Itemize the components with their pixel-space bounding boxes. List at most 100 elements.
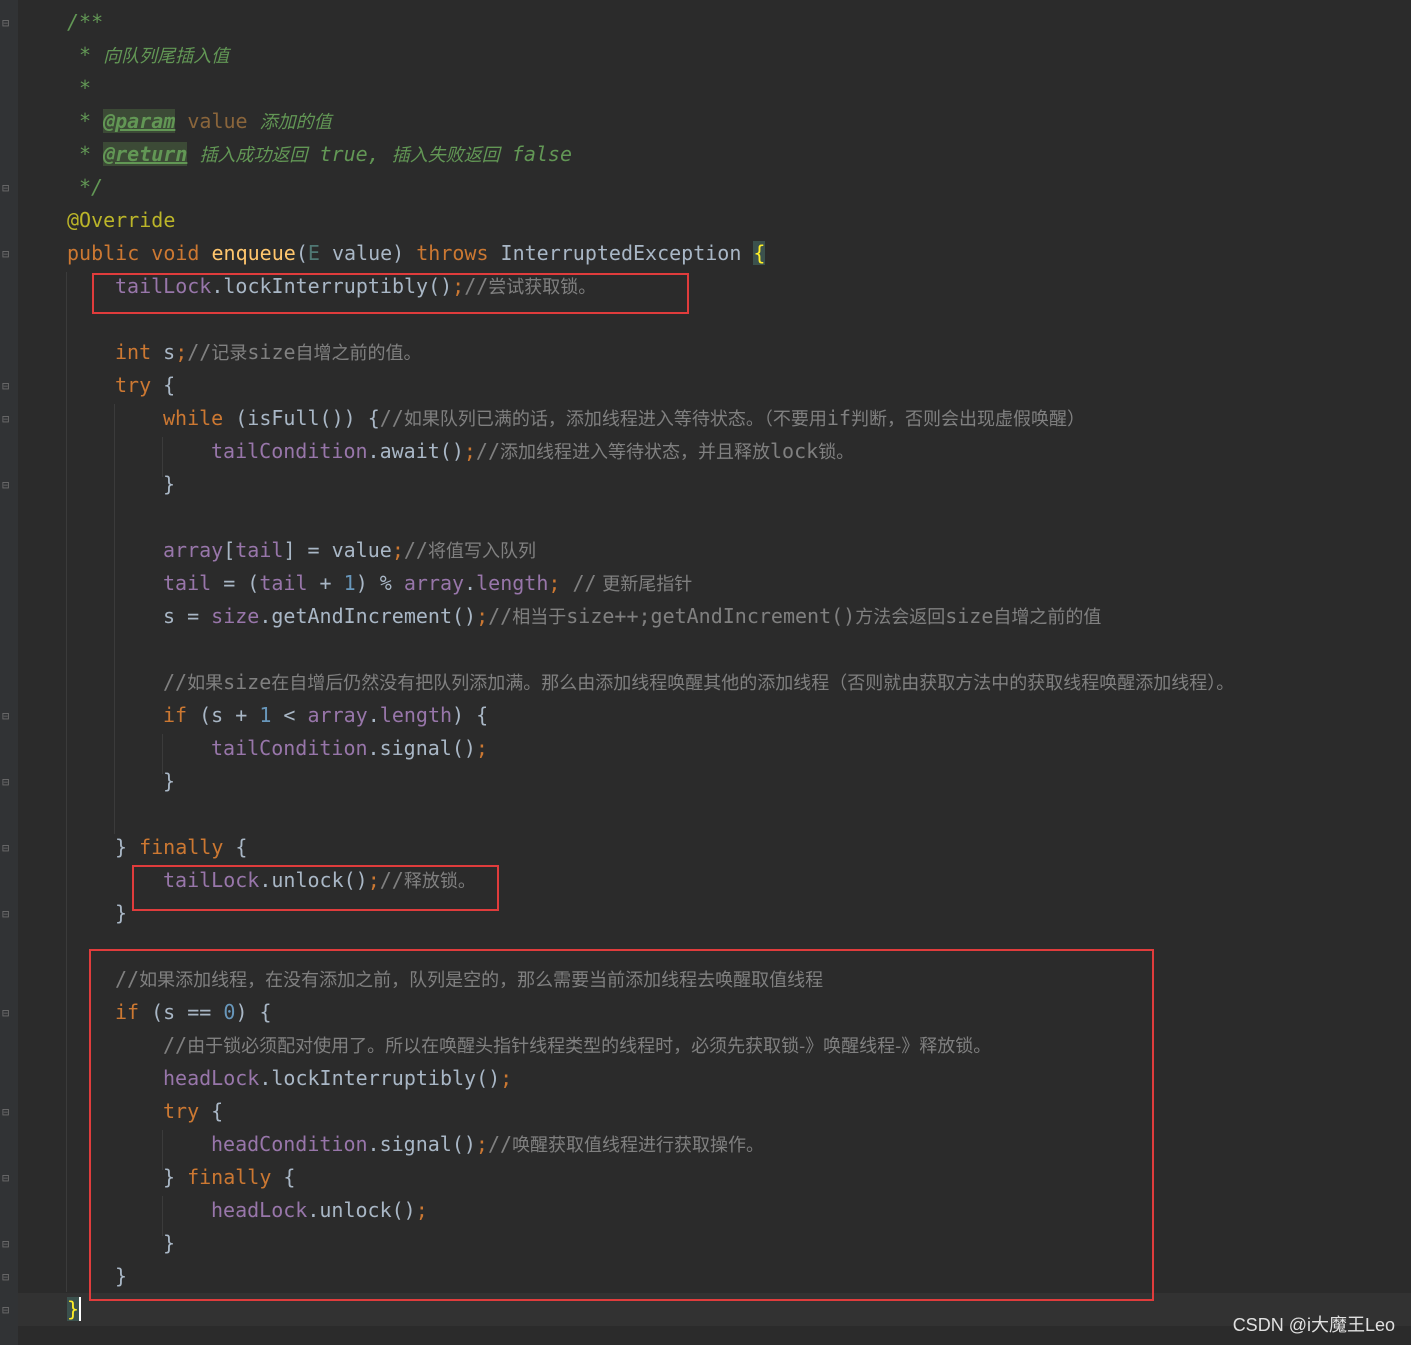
field-ref: tailCondition [211, 439, 368, 463]
code-line: * @param value 添加的值 [79, 105, 332, 138]
doc-comment: 添加的值 [259, 112, 332, 133]
type-param: E [307, 241, 320, 265]
code-token: .signal() [367, 736, 476, 760]
comment: 将值写入队列 [427, 541, 536, 562]
fold-marker-icon[interactable]: ⊟ [2, 379, 12, 393]
code-token: ) % [355, 571, 404, 595]
doc-tag: @return [103, 142, 188, 166]
field-ref: tail [163, 571, 212, 595]
code-token: ; [475, 736, 488, 760]
code-line: if (s + 1 < array.length) { [163, 699, 488, 732]
fold-marker-icon[interactable]: ⊟ [2, 1237, 12, 1251]
comment: // [403, 538, 428, 562]
comment: 方法会返回 [855, 607, 946, 628]
comment: 添加线程进入等待状态，并且释放 [500, 442, 771, 463]
comment: // [560, 571, 597, 595]
fold-marker-icon[interactable]: ⊟ [2, 907, 12, 921]
fold-marker-icon[interactable]: ⊟ [2, 16, 12, 30]
code-line: */ [79, 171, 103, 204]
comment: 自增之前的值。 [295, 343, 422, 364]
comment: size [945, 604, 994, 628]
comment: 记录 [211, 343, 248, 364]
code-token: .getAndIncrement() [259, 604, 477, 628]
keyword: finally [139, 835, 224, 859]
fold-marker-icon[interactable]: ⊟ [2, 1303, 12, 1317]
code-line: int s;//记录size自增之前的值。 [115, 336, 422, 369]
fold-marker-icon[interactable]: ⊟ [2, 478, 12, 492]
fold-marker-icon[interactable]: ⊟ [2, 247, 12, 261]
field-ref: tail [235, 538, 284, 562]
comment: // [379, 406, 404, 430]
number-literal: 1 [343, 571, 356, 595]
code-token: } [115, 835, 140, 859]
keyword: int [115, 340, 152, 364]
fold-marker-icon[interactable]: ⊟ [2, 1171, 12, 1185]
doc-tag: @param [103, 109, 176, 133]
doc-comment: 向队列尾插入值 [103, 46, 230, 67]
keyword: try [115, 373, 152, 397]
indent-guide [66, 272, 67, 1292]
doc-comment: */ [79, 175, 104, 199]
code-line: while (isFull()) {//如果队列已满的话，添加线程进入等待状态。… [163, 402, 1085, 435]
doc-comment: false [511, 142, 573, 166]
comment: 更新尾指针 [596, 574, 693, 595]
code-line: * [79, 72, 91, 105]
fold-marker-icon[interactable]: ⊟ [2, 775, 12, 789]
matched-brace: { [753, 241, 766, 265]
comment: // [163, 670, 188, 694]
fold-marker-icon[interactable]: ⊟ [2, 1270, 12, 1284]
code-line: /** [67, 6, 103, 39]
code-token: s [151, 340, 176, 364]
code-token: ; [463, 439, 476, 463]
doc-comment: true, [319, 142, 380, 166]
code-token: s = [163, 604, 212, 628]
matched-brace-caret[interactable]: } [67, 1297, 82, 1321]
fold-marker-icon[interactable]: ⊟ [2, 412, 12, 426]
fold-marker-icon[interactable]: ⊟ [2, 1006, 12, 1020]
code-token: ; [476, 604, 489, 628]
code-token: value) [319, 241, 405, 265]
code-token: + [307, 571, 344, 595]
doc-comment: 插入成功返回 [199, 145, 308, 166]
doc-comment: 插入失败返回 [391, 145, 500, 166]
code-token: = ( [211, 571, 260, 595]
code-token: ; [548, 571, 561, 595]
fold-marker-icon[interactable]: ⊟ [2, 181, 12, 195]
comment: lock [770, 439, 819, 463]
fold-marker-icon[interactable]: ⊟ [2, 709, 12, 723]
fold-marker-icon[interactable]: ⊟ [2, 1105, 12, 1119]
highlight-box-signal-block [89, 949, 1154, 1301]
code-token: ) { [452, 703, 489, 727]
doc-comment: * [79, 43, 92, 67]
doc-comment: * [79, 76, 92, 100]
code-line: } [163, 765, 175, 798]
code-token: ( [295, 241, 308, 265]
code-line: } finally { [115, 831, 247, 864]
watermark: CSDN @i大魔王Leo [1232, 1315, 1395, 1335]
editor-gutter: ⊟ ⊟ ⊟ ⊟ ⊟ ⊟ ⊟ ⊟ ⊟ ⊟ ⊟ ⊟ ⊟ ⊟ ⊟ ⊟ [0, 0, 18, 1345]
comment: 自增之前的值 [993, 607, 1102, 628]
code-token: } [115, 901, 128, 925]
comment: 锁。 [818, 442, 855, 463]
code-editor[interactable]: /** * 向队列尾插入值 * * @param value 添加的值 * @r… [18, 0, 1411, 1345]
code-line: tailCondition.signal(); [211, 732, 488, 765]
indent-guide [114, 404, 115, 834]
keyword: public [67, 241, 140, 265]
highlight-box-unlock [132, 865, 499, 911]
doc-comment: /** [67, 10, 104, 34]
comment: 如果 [187, 673, 224, 694]
field-ref: array [307, 703, 368, 727]
code-token: { [151, 373, 176, 397]
fold-marker-icon[interactable]: ⊟ [2, 841, 12, 855]
field-ref: size [211, 604, 260, 628]
keyword: throws [416, 241, 489, 265]
comment: // [187, 340, 212, 364]
comment: size [223, 670, 272, 694]
comment: 如果队列已满的话，添加线程进入等待状态。（不要用 [403, 409, 827, 430]
field-ref: tailCondition [211, 736, 368, 760]
code-token: [ [223, 538, 236, 562]
code-line: //如果size在自增后仍然没有把队列添加满。那么由添加线程唤醒其他的添加线程（… [163, 666, 1234, 699]
code-line: } [115, 897, 127, 930]
field-ref: array [403, 571, 465, 595]
code-line: tail = (tail + 1) % array.length; // 更新尾… [163, 567, 692, 600]
